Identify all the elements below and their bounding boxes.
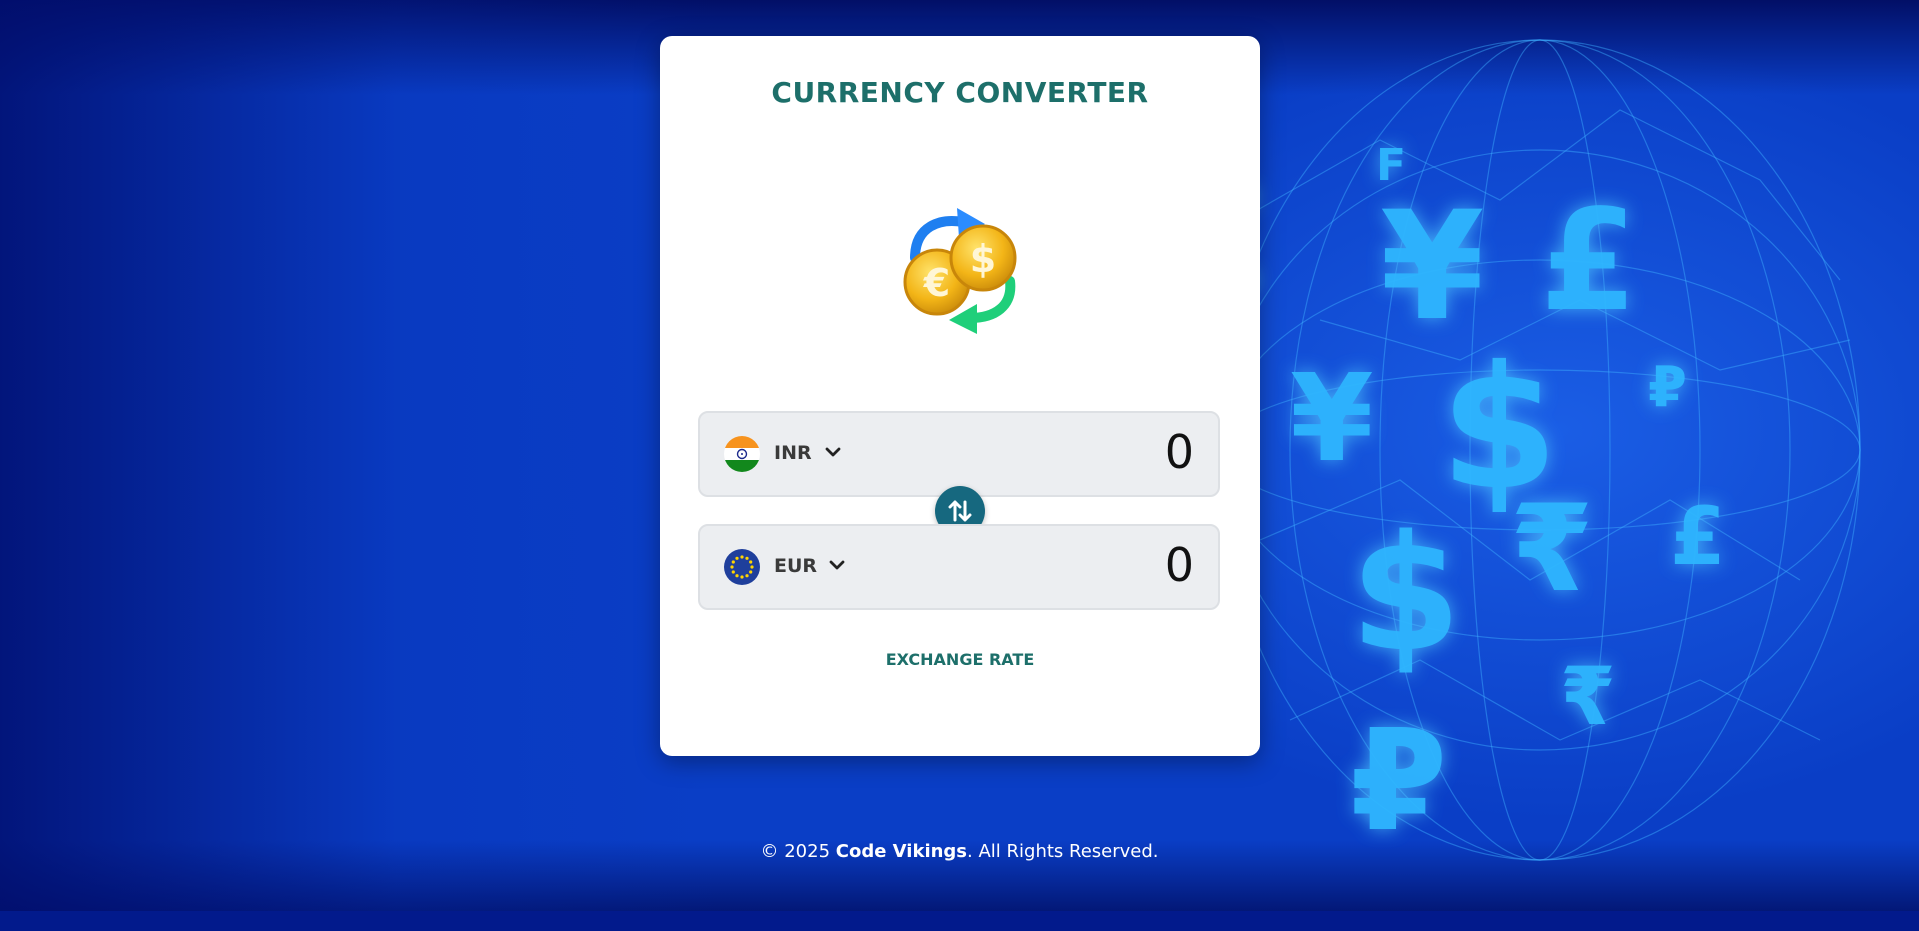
chevron-down-icon[interactable]: [828, 556, 846, 574]
from-currency-code[interactable]: INR: [774, 442, 812, 464]
rupee-symbol: ₹: [1560, 650, 1616, 743]
to-currency-row: EUR 0: [698, 524, 1220, 610]
exchange-rate-link[interactable]: EXCHANGE RATE: [660, 650, 1260, 669]
to-amount-output[interactable]: 0: [1165, 538, 1194, 592]
pound-symbol: £: [1540, 180, 1638, 343]
chevron-down-icon[interactable]: [824, 443, 842, 461]
from-amount-input[interactable]: 0: [1165, 425, 1194, 479]
footer-rights: . All Rights Reserved.: [967, 841, 1159, 862]
from-currency-row: INR 0: [698, 411, 1220, 497]
currency-exchange-coins-icon: € $: [885, 196, 1035, 346]
pound-symbol: £: [1670, 490, 1726, 583]
eu-flag-icon: [724, 549, 760, 585]
currency-globe-illustration: £ F ¥ £ ¥ $ ₽ $ ₹ £ ₹ ₽: [1200, 20, 1919, 931]
dollar-symbol: $: [1350, 500, 1462, 687]
to-currency-code[interactable]: EUR: [774, 555, 817, 577]
svg-text:$: $: [970, 237, 996, 281]
yen-symbol: ¥: [1290, 350, 1374, 489]
footer-brand: Code Vikings: [835, 841, 968, 862]
page-title: CURRENCY CONVERTER: [771, 76, 1149, 109]
ruble-symbol: ₽: [1350, 700, 1448, 863]
footer: © 2025 Code Vikings. All Rights Reserved…: [0, 841, 1919, 862]
rupee-symbol: ₹: [1510, 480, 1594, 619]
svg-text:€: €: [923, 261, 950, 305]
yen-symbol: ¥: [1380, 180, 1485, 354]
india-flag-icon: [724, 436, 760, 472]
converter-card: CURRENCY CONVERTER € $ INR 0 EUR 0 EXCHA…: [660, 36, 1260, 756]
background-shade: [0, 0, 720, 911]
footer-copyright: © 2025: [760, 841, 836, 862]
ruble-symbol: ₽: [1648, 355, 1687, 420]
swap-arrows-icon: [948, 500, 972, 522]
